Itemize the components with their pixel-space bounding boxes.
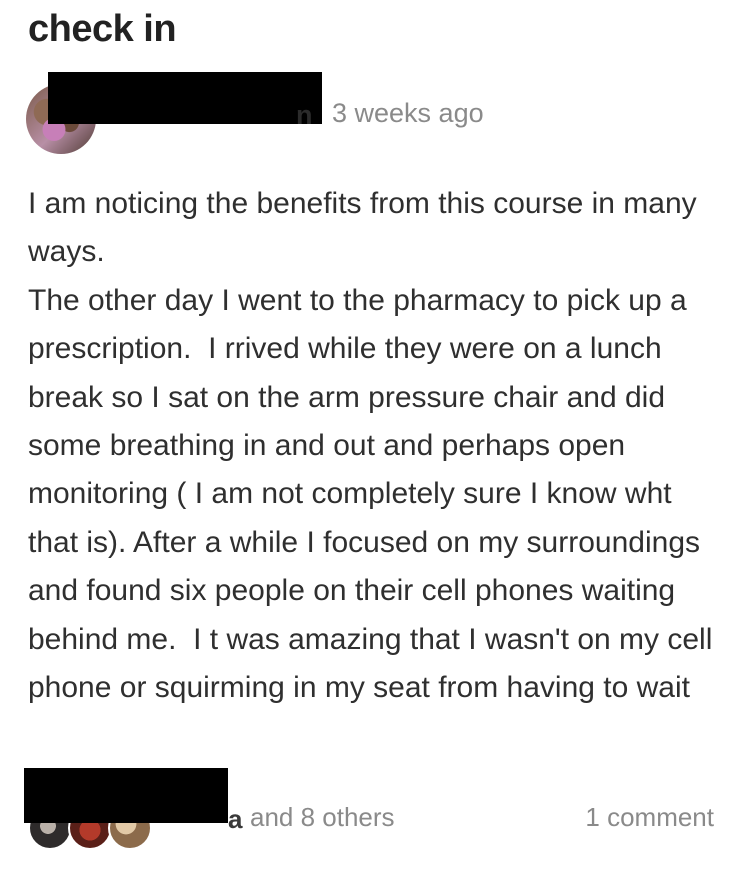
- comments-link[interactable]: 1 comment: [585, 802, 714, 833]
- post-paragraph-2: The other day I went to the pharmacy to …: [28, 283, 721, 705]
- post-footer: a and 8 others 1 comment: [24, 768, 718, 850]
- post-paragraph-1: I am noticing the benefits from this cou…: [28, 187, 705, 269]
- redacted-liker-names: [24, 768, 228, 823]
- post-author-row: n 3 weeks ago: [26, 72, 726, 154]
- liker-name-fragment[interactable]: a: [228, 804, 242, 835]
- redacted-author-name: [48, 72, 322, 124]
- post-timestamp: 3 weeks ago: [332, 98, 484, 128]
- author-name-fragment[interactable]: n: [296, 100, 313, 131]
- post-body: I am noticing the benefits from this cou…: [28, 180, 728, 712]
- likes-summary[interactable]: and 8 others: [250, 802, 395, 833]
- post-title: check in: [28, 8, 177, 50]
